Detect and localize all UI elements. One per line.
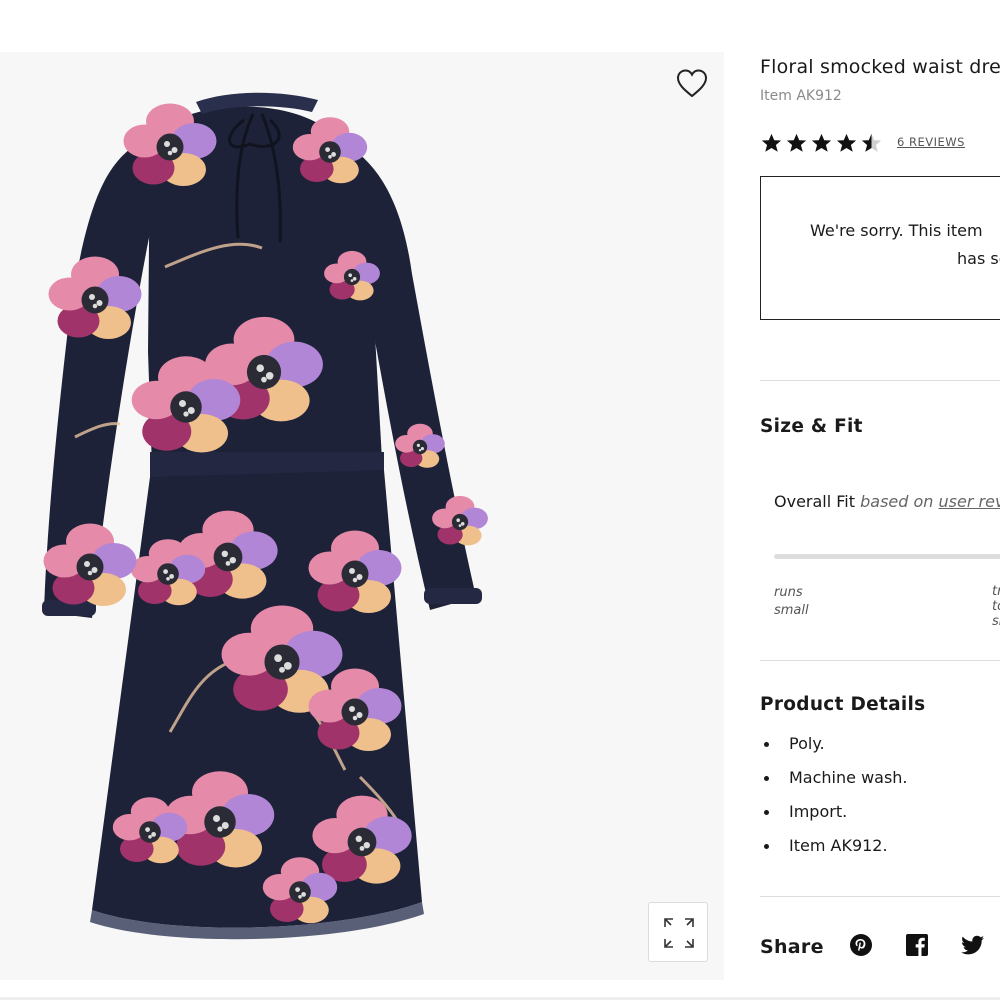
overall-fit-label: Overall Fit — [774, 492, 856, 511]
share-label: Share — [760, 936, 824, 958]
product-details-heading[interactable]: Product Details — [760, 694, 925, 715]
pinterest-icon[interactable] — [848, 932, 874, 958]
item-number: Item AK912 — [760, 88, 842, 104]
list-item: Machine wash. — [760, 768, 908, 802]
divider — [760, 896, 1000, 897]
star-icon — [811, 133, 832, 152]
reviews-link[interactable]: 6 REVIEWS — [897, 135, 965, 149]
fit-scale-bar — [774, 554, 1000, 559]
fit-runs-small-label: runs small — [774, 585, 809, 618]
twitter-icon[interactable] — [960, 932, 986, 958]
user-reviews-link[interactable]: user reviews — [939, 492, 1000, 511]
divider — [760, 380, 1000, 381]
star-icon — [786, 133, 807, 152]
sold-out-line-2: has sold out. — [957, 249, 1000, 268]
star-half-icon — [861, 133, 882, 152]
list-item: Import. — [760, 802, 908, 836]
expand-icon — [664, 918, 694, 948]
list-item: Poly. — [760, 734, 908, 768]
list-item: Item AK912. — [760, 836, 908, 870]
star-icon — [761, 133, 782, 152]
divider — [760, 660, 1000, 661]
overall-fit: Overall Fit based on user reviews — [774, 492, 1000, 511]
heart-outline-icon[interactable] — [674, 66, 710, 102]
fit-true-to-size-label: true to size — [992, 584, 1000, 629]
sold-out-line-1: We're sorry. This item — [810, 221, 983, 240]
product-details-list: Poly. Machine wash. Import. Item AK912. — [760, 734, 908, 870]
facebook-icon[interactable] — [904, 932, 930, 958]
star-icon — [836, 133, 857, 152]
product-image-panel[interactable] — [0, 52, 724, 980]
product-info-panel: Floral smocked waist dress Item AK912 6 … — [760, 52, 1000, 1000]
product-title: Floral smocked waist dress — [760, 56, 1000, 78]
size-fit-heading[interactable]: Size & Fit — [760, 416, 863, 437]
star-rating — [760, 132, 885, 154]
expand-button[interactable] — [648, 902, 708, 962]
sold-out-notice: We're sorry. This item has sold out. — [760, 176, 1000, 320]
product-image[interactable] — [0, 52, 724, 980]
based-on-label: based on — [860, 492, 934, 511]
